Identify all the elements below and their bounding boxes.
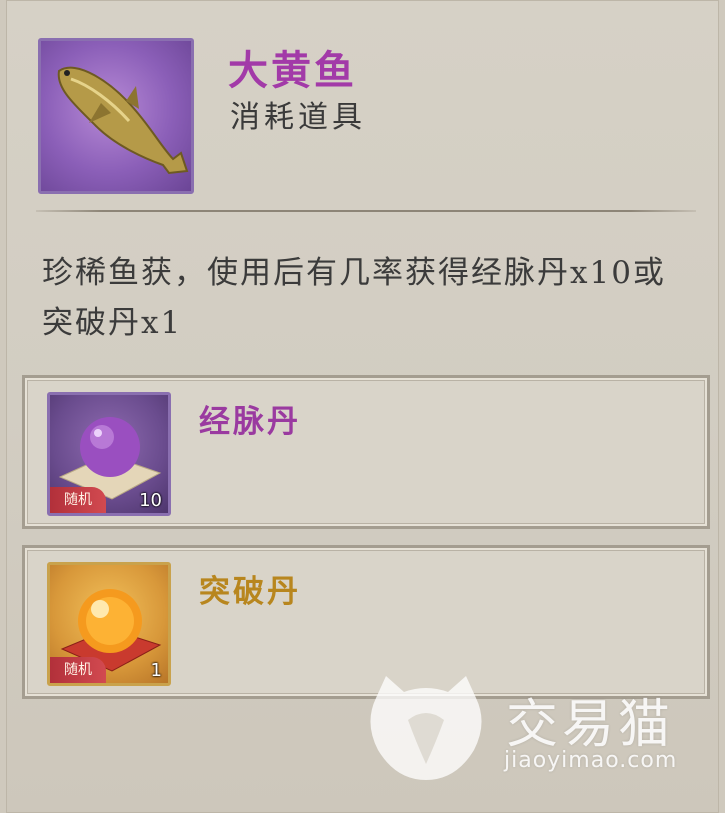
jiaoyimao-watermark: 交易猫 jiaoyimao.com [356,668,696,788]
header-divider [36,210,696,212]
item-name: 大黄鱼 [228,47,357,94]
item-detail-panel: 大黄鱼 消耗道具 珍稀鱼获，使用后有几率获得经脉丹x10或突破丹x1 随机 10… [6,0,719,813]
watermark-url: jiaoyimao.com [504,748,678,773]
reward-quantity: 10 [139,490,162,511]
random-tag: 随机 [50,487,106,513]
watermark-brand: 交易猫 [506,695,675,755]
item-type: 消耗道具 [230,100,366,135]
reward-quantity: 1 [150,660,162,681]
yellow-croaker-fish-icon [38,38,194,194]
reward-name: 突破丹 [199,574,301,610]
random-tag: 随机 [50,657,106,683]
cat-logo-icon [370,676,482,780]
item-description: 珍稀鱼获，使用后有几率获得经脉丹x10或突破丹x1 [42,255,666,341]
reward-card-jingmaidan[interactable]: 随机 10 经脉丹 [22,375,710,529]
purple-pill-orb-icon: 随机 10 [47,392,171,516]
orange-pill-orb-icon: 随机 1 [47,562,171,686]
reward-name: 经脉丹 [199,404,301,440]
